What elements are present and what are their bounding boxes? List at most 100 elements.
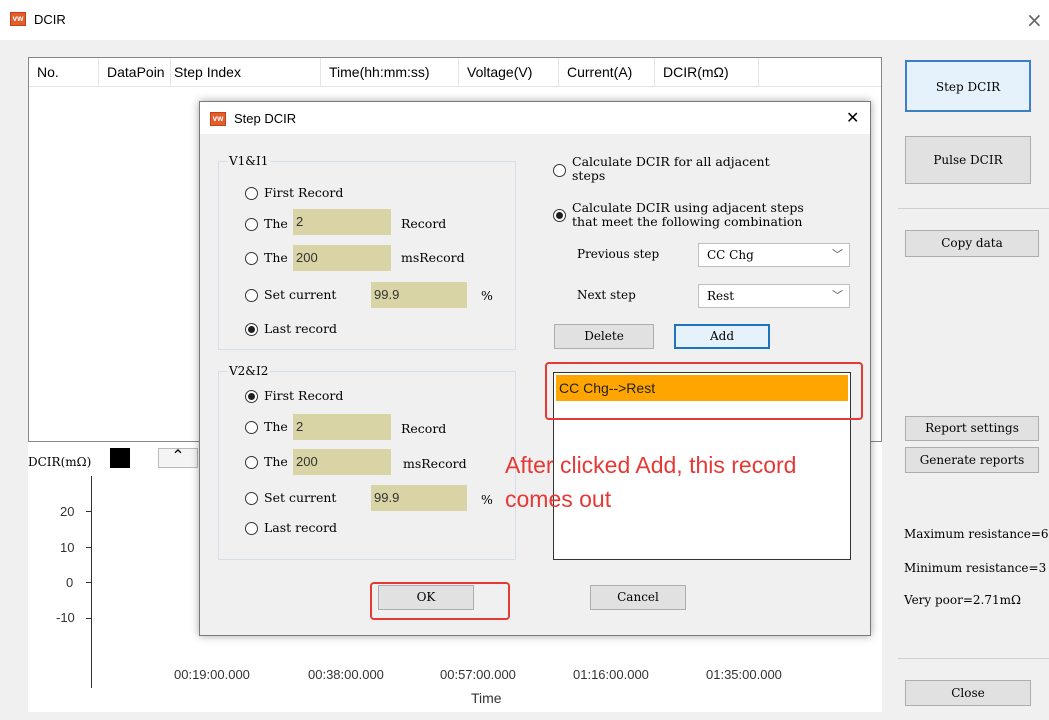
v2-record-index-input[interactable]: 2 (293, 414, 391, 440)
v1-ms-input[interactable]: 200 (293, 245, 391, 271)
group-label: V1&I1 (227, 154, 271, 168)
divider (898, 658, 1049, 659)
field-suffix: Record (401, 216, 447, 231)
v1-first-record-radio[interactable] (245, 187, 258, 200)
title-bar: vw DCIR × (0, 0, 1049, 40)
step-dcir-button[interactable]: Step DCIR (905, 60, 1031, 112)
col-voltage[interactable]: Voltage(V) (459, 58, 559, 86)
v1-set-current-radio[interactable] (245, 289, 258, 302)
mode-combo-label-1: Calculate DCIR using adjacent steps (572, 200, 804, 215)
y-tick-mark (86, 618, 91, 619)
radio-label: The (264, 454, 288, 469)
close-button[interactable]: Close (905, 680, 1031, 706)
col-time[interactable]: Time(hh:mm:ss) (321, 58, 459, 86)
mode-all-label-1: Calculate DCIR for all adjacent (572, 154, 770, 169)
generate-reports-button[interactable]: Generate reports (905, 447, 1039, 473)
chevron-down-icon: ﹀ (832, 289, 843, 302)
add-button[interactable]: Add (674, 324, 770, 349)
mode-all-label-2: steps (572, 168, 606, 183)
copy-data-button[interactable]: Copy data (905, 230, 1039, 257)
y-tick-mark (86, 547, 91, 548)
previous-step-select[interactable]: CC Chg ﹀ (698, 243, 850, 267)
very-poor-text: Very poor=2.71mΩ (904, 593, 1021, 607)
max-resistance-text: Maximum resistance=6 (904, 527, 1049, 541)
radio-label: Set current (264, 490, 337, 505)
select-value: CC Chg (707, 248, 754, 262)
v2-i2-group: V2&I2 First Record The 2 Record The 200 … (218, 364, 516, 560)
window-close-button[interactable]: × (1026, 8, 1043, 32)
radio-label: Last record (264, 321, 338, 336)
radio-label: Set current (264, 287, 337, 302)
annotation-line-1: After clicked Add, this record (505, 452, 797, 478)
cancel-button[interactable]: Cancel (590, 585, 686, 610)
radio-label: The (264, 250, 288, 265)
next-step-label: Next step (577, 288, 636, 302)
group-label: V2&I2 (227, 364, 271, 378)
y-tick-mark (86, 582, 91, 583)
y-tick: -10 (56, 610, 75, 625)
x-tick: 01:16:00.000 (573, 667, 649, 682)
v1-last-record-radio[interactable] (245, 323, 258, 336)
dialog-title: Step DCIR (234, 111, 297, 126)
x-tick: 00:38:00.000 (308, 667, 384, 682)
v2-last-record-radio[interactable] (245, 522, 258, 535)
dialog-title-bar: vw Step DCIR ✕ (200, 102, 870, 134)
v2-first-record-radio[interactable] (245, 390, 258, 403)
v2-current-input[interactable]: 99.9 (371, 485, 467, 511)
x-tick: 01:35:00.000 (706, 667, 782, 682)
col-step-index[interactable]: Step Index (171, 58, 321, 86)
color-swatch[interactable] (110, 448, 130, 468)
y-tick: 0 (66, 575, 74, 590)
v2-ms-record-radio[interactable] (245, 456, 258, 469)
y-tick: 20 (60, 504, 75, 519)
col-datapoint[interactable]: DataPoin (99, 58, 171, 86)
field-suffix: % (481, 492, 493, 507)
select-value: Rest (707, 289, 735, 303)
delete-button[interactable]: Delete (554, 324, 654, 349)
radio-label: Last record (264, 520, 338, 535)
v2-nth-record-radio[interactable] (245, 421, 258, 434)
dcir-window: vw DCIR × No. DataPoin Step Index Time(h… (0, 0, 1049, 720)
x-tick: 00:57:00.000 (440, 667, 516, 682)
v2-set-current-radio[interactable] (245, 492, 258, 505)
v1-i1-group: V1&I1 First Record The 2 Record The 200 … (218, 154, 516, 350)
mode-combination-radio[interactable] (553, 209, 566, 222)
v1-ms-record-radio[interactable] (245, 252, 258, 265)
v1-nth-record-radio[interactable] (245, 218, 258, 231)
app-logo-icon: vw (210, 112, 226, 126)
mode-all-steps-radio[interactable] (553, 164, 566, 177)
y-tick-mark (86, 511, 91, 512)
mode-combo-label-2: that meet the following combination (572, 214, 803, 229)
y-tick: 10 (60, 540, 75, 555)
chart-xlabel: Time (471, 690, 502, 706)
window-title: DCIR (34, 12, 66, 27)
v1-current-input[interactable]: 99.9 (371, 282, 467, 308)
chevron-down-icon: ﹀ (832, 248, 843, 261)
col-current[interactable]: Current(A) (559, 58, 655, 86)
line-style-button[interactable]: ⌃ (158, 448, 198, 468)
app-logo-icon: vw (10, 12, 26, 26)
table-header: No. DataPoin Step Index Time(hh:mm:ss) V… (29, 58, 881, 87)
field-suffix: % (481, 288, 493, 303)
chart-y-axis (91, 476, 92, 688)
list-highlight-box (545, 362, 863, 420)
v1-record-index-input[interactable]: 2 (293, 209, 391, 235)
field-suffix: Record (401, 421, 447, 436)
radio-label: The (264, 419, 288, 434)
divider (898, 208, 1049, 209)
min-resistance-text: Minimum resistance=3 (904, 561, 1047, 575)
col-dcir[interactable]: DCIR(mΩ) (655, 58, 759, 86)
col-no[interactable]: No. (29, 58, 99, 86)
v2-ms-input[interactable]: 200 (293, 449, 391, 475)
chart-ylabel: DCIR(mΩ) (28, 455, 92, 469)
pulse-dcir-button[interactable]: Pulse DCIR (905, 136, 1031, 184)
field-suffix: msRecord (401, 250, 465, 265)
ok-highlight-box (370, 582, 510, 620)
annotation-line-2: comes out (505, 486, 612, 512)
dialog-close-button[interactable]: ✕ (846, 108, 859, 127)
next-step-select[interactable]: Rest ﹀ (698, 284, 850, 308)
report-settings-button[interactable]: Report settings (905, 416, 1039, 441)
previous-step-label: Previous step (577, 247, 660, 261)
radio-label: First Record (264, 388, 344, 403)
field-suffix: msRecord (403, 456, 467, 471)
